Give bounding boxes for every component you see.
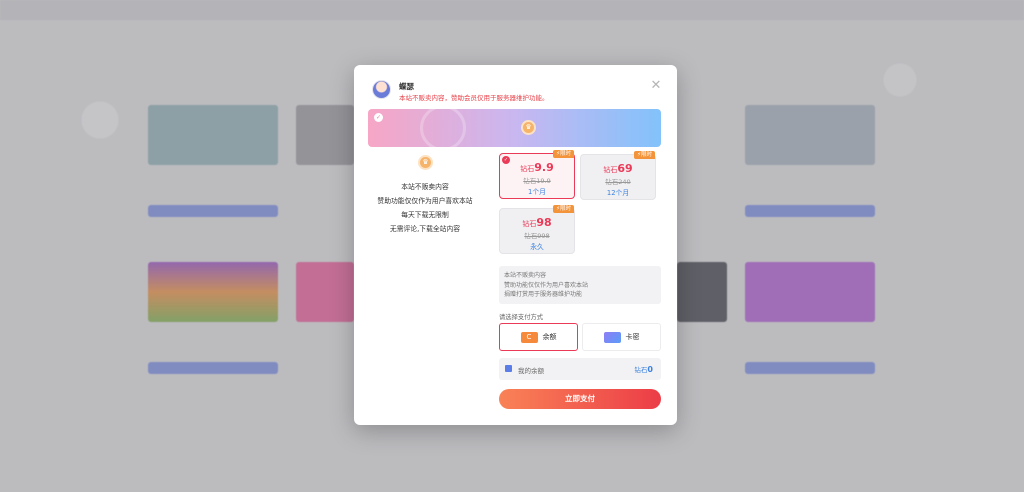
my-balance-row: 我的余额 钻石0	[499, 358, 661, 380]
limited-time-tag: ⚡限时	[634, 151, 655, 159]
description-line: 捐赠打赏用于服务器维护功能	[504, 291, 583, 298]
avatar	[372, 80, 391, 99]
limited-time-tag: ⚡限时	[553, 150, 574, 158]
plan-price: 钻石9.9	[520, 161, 554, 174]
limited-time-tag: ⚡限时	[553, 205, 574, 213]
crown-icon: ♛	[418, 155, 433, 170]
benefit-item: 本站不贩卖内容	[401, 183, 449, 191]
pay-now-button[interactable]: 立即支付	[499, 389, 661, 409]
wallet-icon: C	[520, 331, 538, 343]
description-line: 本站不贩卖内容	[504, 272, 547, 279]
plan-option-lifetime[interactable]: ⚡限时 钻石98 钻石998 永久	[499, 205, 575, 254]
close-icon[interactable]: ✕	[649, 79, 663, 93]
plan-price: 钻石98	[522, 216, 552, 229]
plan-original-price: 钻石240	[605, 178, 631, 186]
pay-balance-label: 余额	[542, 333, 557, 341]
plan-description: 本站不贩卖内容 赞助功能仅仅作为用户喜欢本站 捐赠打赏用于服务器维护功能	[499, 266, 661, 304]
username: 蝶瑟	[399, 82, 414, 91]
my-balance-value: 钻石0	[634, 365, 653, 374]
card-icon	[603, 331, 621, 343]
pay-balance-option[interactable]: C 余额	[499, 323, 578, 351]
plan-option-1-month[interactable]: ✓ ⚡限时 钻石9.9 钻石19.9 1个月	[499, 150, 575, 199]
crown-emblem-icon	[420, 109, 466, 147]
benefit-item: 赞助功能仅仅作为用户喜欢本站	[377, 197, 473, 205]
balance-icon	[505, 365, 512, 372]
plan-price: 钻石69	[603, 162, 633, 175]
notice-text: 本站不贩卖内容，赞助会员仅用于服务器维护功能。	[399, 94, 549, 102]
vip-banner: ✓ ♛	[368, 109, 661, 147]
payment-method-label: 请选择支付方式	[499, 314, 544, 321]
my-balance-label: 我的余额	[518, 367, 544, 375]
plan-original-price: 钻石998	[524, 232, 550, 240]
sponsor-modal: ✕ 蝶瑟 本站不贩卖内容，赞助会员仅用于服务器维护功能。 ✓ ♛ ♛ 本站不贩卖…	[354, 65, 677, 425]
crown-icon: ♛	[521, 120, 536, 135]
plan-period: 12个月	[606, 189, 630, 197]
benefit-item: 无需评论,下载全站内容	[389, 225, 461, 233]
description-line: 赞助功能仅仅作为用户喜欢本站	[504, 281, 589, 289]
pay-card-label: 卡密	[625, 333, 640, 341]
selected-check-icon: ✓	[502, 156, 510, 164]
check-icon: ✓	[374, 113, 383, 122]
plan-original-price: 钻石19.9	[523, 177, 551, 185]
plan-period: 永久	[530, 243, 544, 251]
benefit-list: 本站不贩卖内容 赞助功能仅仅作为用户喜欢本站 每天下载无限制 无需评论,下载全站…	[354, 180, 496, 236]
plan-option-12-months[interactable]: ⚡限时 钻石69 钻石240 12个月	[580, 151, 656, 200]
plan-period: 1个月	[528, 188, 546, 196]
benefit-item: 每天下载无限制	[401, 211, 449, 219]
pay-card-option[interactable]: 卡密	[582, 323, 661, 351]
